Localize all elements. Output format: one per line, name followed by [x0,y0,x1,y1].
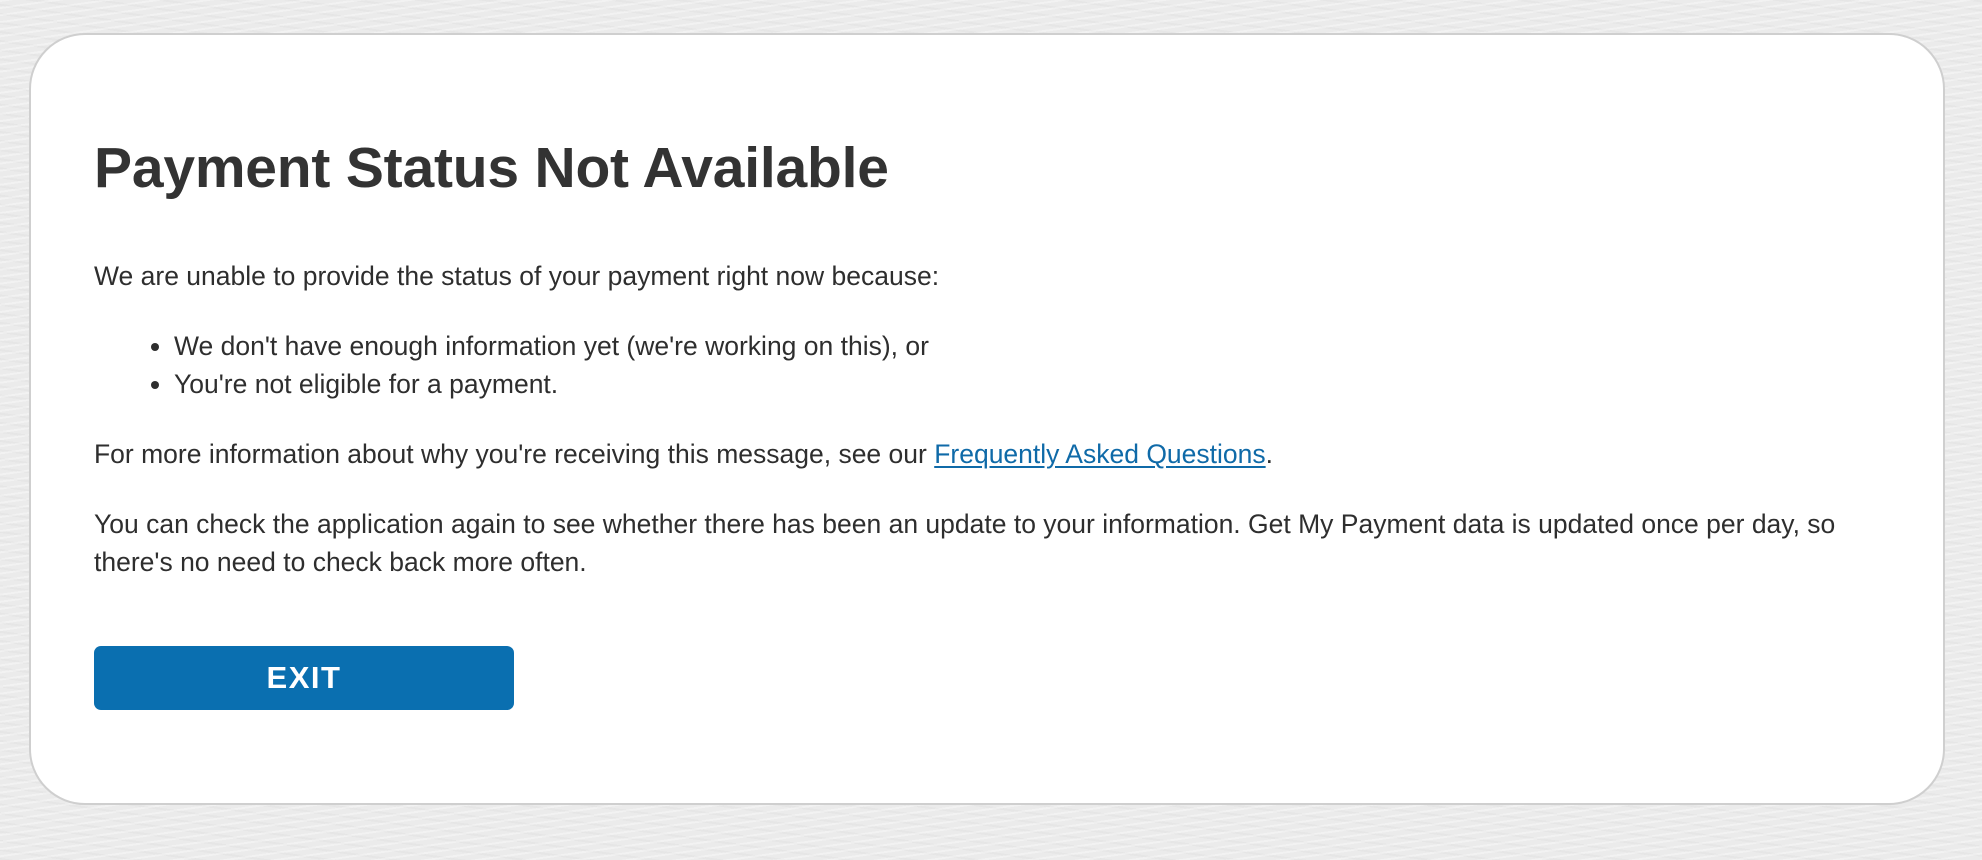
more-info-suffix: . [1265,439,1274,469]
reasons-list: We don't have enough information yet (we… [94,327,1880,403]
more-info-text: For more information about why you're re… [94,435,1880,473]
update-note-text: You can check the application again to s… [94,509,1836,577]
faq-link[interactable]: Frequently Asked Questions [934,439,1265,469]
list-item: We don't have enough information yet (we… [174,327,1880,365]
exit-button[interactable]: EXIT [94,646,514,710]
page-title: Payment Status Not Available [94,136,889,200]
list-item: You're not eligible for a payment. [174,365,1880,403]
more-info-prefix: For more information about why you're re… [94,439,935,469]
status-card: Payment Status Not Available We are unab… [29,33,1945,805]
intro-text: We are unable to provide the status of y… [94,261,940,291]
